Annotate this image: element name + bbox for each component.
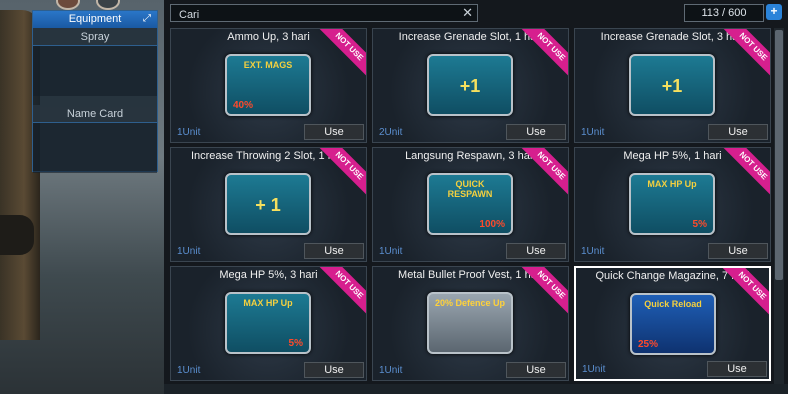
item-image-label: +1 — [459, 76, 481, 96]
item-card[interactable]: Langsung Respawn, 3 hari NOT USE QUICK R… — [372, 147, 569, 262]
item-card[interactable]: Increase Grenade Slot, 1 hari NOT USE +1… — [372, 28, 569, 143]
item-image-label: + 1 — [255, 195, 281, 215]
clear-icon[interactable]: ✕ — [462, 6, 473, 20]
item-card[interactable]: Increase Grenade Slot, 3 hari NOT USE +1… — [574, 28, 771, 143]
use-button[interactable]: Use — [708, 243, 768, 259]
item-image-percent: 5% — [288, 338, 303, 349]
equipment-slot-area[interactable] — [33, 123, 157, 173]
use-button[interactable]: Use — [506, 124, 566, 140]
hp-item-icon: MAX HP Up 5% — [225, 292, 311, 354]
equipment-header: Equipment ⤢ — [33, 11, 157, 28]
equipment-panel: Equipment ⤢ Spray Name Card — [32, 10, 158, 173]
use-button[interactable]: Use — [304, 362, 364, 378]
item-image-percent: 25% — [638, 339, 659, 350]
use-button[interactable]: Use — [707, 361, 767, 377]
item-card[interactable]: Mega HP 5%, 3 hari NOT USE MAX HP Up 5% … — [170, 266, 367, 381]
item-unit: 1Unit — [379, 246, 403, 257]
item-unit: 1Unit — [582, 364, 606, 375]
ammo-item-icon: EXT. MAGS 40% — [225, 54, 311, 116]
scrollbar[interactable] — [774, 28, 784, 384]
item-image-label: MAX HP Up — [647, 179, 697, 189]
item-image-percent: 5% — [692, 219, 707, 230]
item-unit: 1Unit — [581, 246, 605, 257]
item-card[interactable]: Ammo Up, 3 hari NOT USE EXT. MAGS 40% 1U… — [170, 28, 367, 143]
item-image-label: +1 — [661, 76, 683, 96]
item-unit: 1Unit — [581, 127, 605, 138]
item-card[interactable]: Mega HP 5%, 1 hari NOT USE MAX HP Up 5% … — [574, 147, 771, 262]
item-image-label: 20% Defence Up — [434, 298, 506, 308]
item-image-label: MAX HP Up — [243, 298, 293, 308]
use-button[interactable]: Use — [708, 124, 768, 140]
item-grid: Ammo Up, 3 hari NOT USE EXT. MAGS 40% 1U… — [170, 28, 771, 384]
item-unit: 2Unit — [379, 127, 403, 138]
item-unit: 1Unit — [177, 246, 201, 257]
search-box[interactable]: ✕ — [170, 4, 478, 23]
grenade-item-icon: +1 — [427, 54, 513, 116]
equipment-slot-name-card[interactable]: Name Card — [33, 105, 157, 123]
character-helmet-icon — [96, 0, 120, 10]
expand-inventory-button[interactable]: + — [766, 4, 782, 20]
bottom-bar — [164, 384, 788, 394]
scrollbar-thumb[interactable] — [775, 30, 783, 280]
game-screen: Equipment ⤢ Spray Name Card ✕ 113 / 600 … — [0, 0, 788, 394]
item-count: 113 / 600 — [684, 4, 764, 22]
item-card-selected[interactable]: Quick Change Magazine, 7 hari NOT USE Qu… — [574, 266, 771, 381]
item-card[interactable]: Metal Bullet Proof Vest, 1 hari NOT USE … — [372, 266, 569, 381]
hp-item-icon: MAX HP Up 5% — [629, 173, 715, 235]
inventory-panel: ✕ 113 / 600 + Ammo Up, 3 hari NOT USE EX… — [164, 0, 788, 394]
expand-icon[interactable]: ⤢ — [141, 13, 153, 25]
respawn-item-icon: QUICK RESPAWN 100% — [427, 173, 513, 235]
item-unit: 1Unit — [177, 127, 201, 138]
reload-item-icon: Quick Reload 25% — [630, 293, 716, 355]
item-image-label: Quick Reload — [644, 299, 702, 309]
item-unit: 1Unit — [379, 365, 403, 376]
use-button[interactable]: Use — [506, 362, 566, 378]
equipment-slot-area[interactable] — [33, 46, 157, 96]
item-card[interactable]: Increase Throwing 2 Slot, 1 hari NOT USE… — [170, 147, 367, 262]
use-button[interactable]: Use — [506, 243, 566, 259]
use-button[interactable]: Use — [304, 124, 364, 140]
use-button[interactable]: Use — [304, 243, 364, 259]
search-input[interactable] — [171, 7, 477, 23]
character-helmet-icon — [56, 0, 80, 10]
item-image-percent: 100% — [479, 219, 505, 230]
throwing-item-icon: + 1 — [225, 173, 311, 235]
grenade-item-icon: +1 — [629, 54, 715, 116]
equipment-title: Equipment — [68, 13, 122, 25]
item-image-label: QUICK RESPAWN — [447, 179, 493, 199]
item-unit: 1Unit — [177, 365, 201, 376]
item-image-percent: 40% — [233, 100, 254, 111]
equipment-slot-spray[interactable]: Spray — [33, 28, 157, 46]
soldier-arm — [0, 215, 34, 255]
vest-item-icon: 20% Defence Up — [427, 292, 513, 354]
item-image-label: EXT. MAGS — [243, 60, 293, 70]
